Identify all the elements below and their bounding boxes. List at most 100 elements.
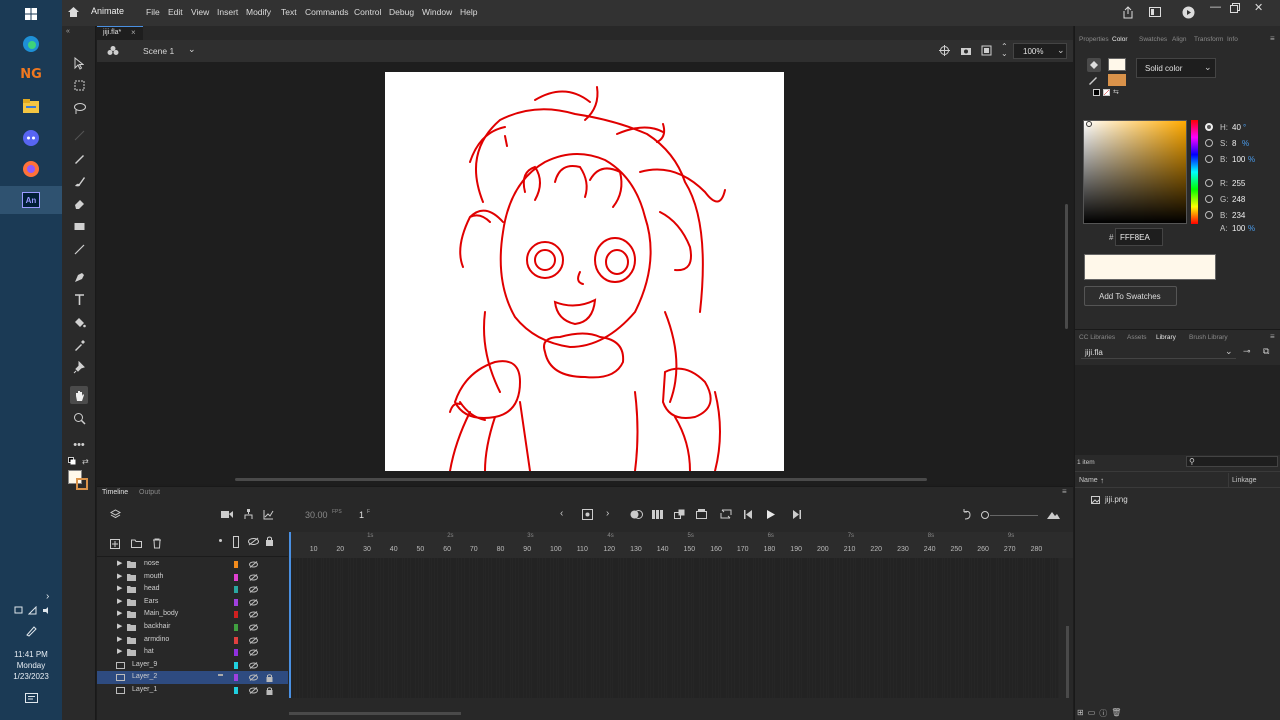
lock-icon[interactable] [266,674,273,683]
edit-multiple-icon[interactable] [652,509,663,523]
timeline-menu-icon[interactable]: ≡ [1062,487,1067,496]
tab-color[interactable]: Color [1112,36,1128,43]
frame-ruler[interactable]: 1s 2s 3s 4s 5s 6s 7s 8s 9s 10 20 30 40 50 60 70 80 90 100 1… [289,532,1073,558]
layer-color-swatch[interactable] [234,561,238,568]
new-symbol-icon[interactable]: ⊞ [1077,708,1084,720]
layer-row[interactable]: ▶ head [97,583,288,596]
g-value[interactable]: 248 [1232,195,1245,204]
test-movie-icon[interactable] [1182,6,1195,21]
layer-row[interactable]: ▶ hat [97,646,288,659]
layer-row[interactable]: Layer_2 [97,671,288,684]
step-forward-icon[interactable] [791,509,802,522]
minimize-icon[interactable]: — [1210,1,1221,13]
tab-swatches[interactable]: Swatches [1139,36,1167,43]
center-stage-icon[interactable] [939,45,950,58]
layer-row[interactable]: Layer_1 [97,684,288,697]
layer-name[interactable]: Layer_2 [132,673,157,680]
menu-debug[interactable]: Debug [389,7,414,17]
eraser-tool-icon[interactable] [70,194,88,212]
pin-library-icon[interactable]: ⊸ [1243,346,1251,357]
insert-blank-icon[interactable] [696,509,707,523]
expand-arrow-icon[interactable]: ▶ [117,635,122,643]
r-value[interactable]: 255 [1232,179,1245,188]
g-radio[interactable] [1205,195,1213,203]
layer-color-swatch[interactable] [234,611,238,619]
document-tab[interactable]: jiji.fla* × [97,26,143,40]
visibility-icon[interactable] [249,661,258,669]
visibility-icon[interactable] [249,586,258,594]
h-value[interactable]: 40 [1232,123,1241,132]
brush-tool-icon[interactable] [70,172,88,190]
library-col-linkage[interactable]: Linkage [1232,477,1257,484]
share-icon[interactable] [1122,6,1134,21]
playhead[interactable] [289,532,291,558]
zoom-select[interactable]: 100% ⌄ [1013,43,1067,59]
library-file-select[interactable]: jiji.fla ⌄ [1081,346,1236,359]
layer-color-swatch[interactable] [234,661,238,669]
step-back-icon[interactable] [743,509,754,523]
lasso-tool-icon[interactable] [70,99,88,117]
zoom-slider-knob[interactable] [981,511,989,519]
menu-commands[interactable]: Commands [305,7,348,17]
menu-window[interactable]: Window [422,7,452,17]
layer-row[interactable]: ▶ backhair [97,621,288,634]
tab-info[interactable]: Info [1227,36,1238,43]
swap-colors-icon[interactable]: ⇄ [82,457,89,466]
tab-assets[interactable]: Assets [1127,334,1147,341]
windows-start-icon[interactable] [19,4,43,24]
new-folder-icon[interactable]: ▭ [1088,708,1096,720]
rgb-b-value[interactable]: 234 [1232,211,1245,220]
stroke-pencil-icon[interactable] [1087,74,1099,88]
color-picker-cursor[interactable] [1086,121,1092,127]
new-folder-layer-icon[interactable] [131,539,142,550]
line-tool-icon[interactable] [70,240,88,258]
r-radio[interactable] [1205,179,1213,187]
layer-color-swatch[interactable] [234,586,238,594]
network-icon[interactable] [14,606,23,615]
insert-keyframe-icon[interactable] [582,509,593,523]
undo-zoom-icon[interactable] [961,509,972,522]
timeline-vscrollbar[interactable] [1066,626,1069,698]
expand-arrow-icon[interactable]: ▶ [117,622,122,630]
layer-color-swatch[interactable] [234,674,238,682]
menu-edit[interactable]: Edit [168,7,183,17]
layer-row[interactable]: ▶ nose [97,558,288,571]
visibility-icon[interactable] [249,561,258,568]
newgrounds-icon[interactable]: NG [19,64,43,84]
stage-canvas[interactable] [385,72,784,471]
play-icon[interactable] [766,509,776,523]
fps-value[interactable]: 30.00 [305,510,328,520]
tab-align[interactable]: Align [1172,36,1186,43]
h-radio[interactable] [1205,123,1213,131]
hue-slider[interactable] [1191,120,1198,224]
fill-swatch[interactable] [1108,74,1126,86]
s-value[interactable]: 8 [1232,139,1236,148]
s-radio[interactable] [1205,139,1213,147]
pin-tool-icon[interactable] [70,358,88,376]
create-tween-icon[interactable] [674,509,685,523]
eyedropper-tool-icon[interactable] [70,336,88,354]
layer-color-swatch[interactable] [234,598,238,606]
layer-name[interactable]: mouth [144,573,163,580]
next-keyframe-icon[interactable]: › [606,508,609,519]
onion-skin-icon[interactable] [630,509,643,523]
expand-arrow-icon[interactable]: ▶ [117,647,122,655]
menu-insert[interactable]: Insert [217,7,238,17]
layer-name[interactable]: hat [144,648,154,655]
pen-disabled-tool-icon[interactable] [70,126,88,144]
layers-icon[interactable] [109,509,122,522]
graph-icon[interactable] [263,509,274,522]
volume-icon[interactable] [42,606,51,615]
fill-bucket-icon[interactable] [1087,58,1101,72]
layer-name[interactable]: Ears [144,598,158,605]
b-value[interactable]: 100 [1232,155,1245,164]
layer-color-swatch[interactable] [234,687,238,694]
show-hide-all-icon[interactable] [248,537,259,548]
new-library-panel-icon[interactable]: ⧉ [1263,346,1269,357]
menu-text[interactable]: Text [281,7,297,17]
menu-view[interactable]: View [191,7,209,17]
tab-timeline[interactable]: Timeline [102,489,128,496]
swap-icon[interactable]: ⇆ [1113,89,1122,96]
layer-color-swatch[interactable] [234,624,238,631]
properties-icon[interactable]: ⓘ [1099,708,1107,720]
